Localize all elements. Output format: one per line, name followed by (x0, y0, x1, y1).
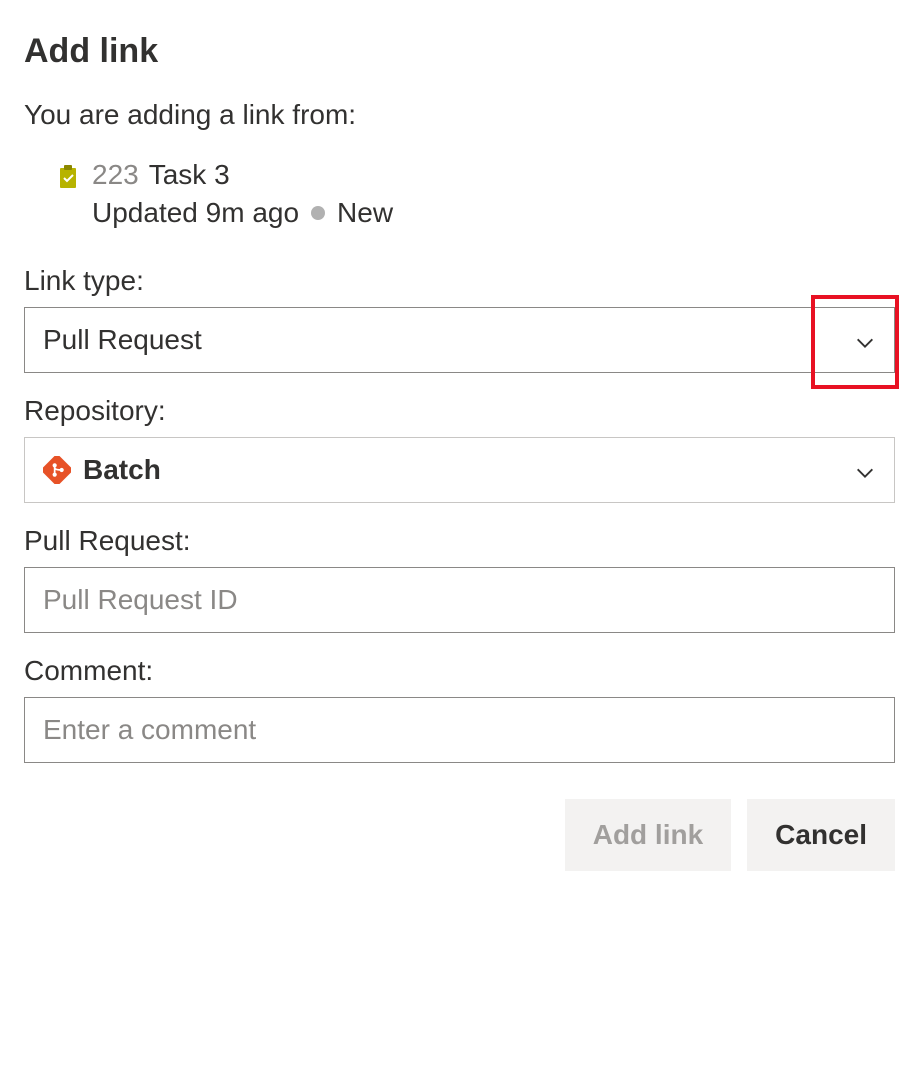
cancel-button[interactable]: Cancel (747, 799, 895, 871)
chevron-down-icon (854, 459, 876, 481)
work-item-state: New (337, 197, 393, 229)
state-dot-icon (311, 206, 325, 220)
add-link-button[interactable]: Add link (565, 799, 731, 871)
dialog-subtitle: You are adding a link from: (24, 99, 895, 131)
work-item-summary: 223 Task 3 Updated 9m ago New (24, 159, 895, 229)
repository-field: Repository: Batch (24, 395, 895, 503)
work-item-id: 223 (92, 159, 139, 191)
link-type-select[interactable]: Pull Request (24, 307, 895, 373)
dialog-title: Add link (24, 32, 895, 71)
comment-input[interactable] (24, 697, 895, 763)
repository-value: Batch (83, 454, 161, 486)
comment-field: Comment: (24, 655, 895, 763)
work-item-updated: Updated 9m ago (92, 197, 299, 229)
pull-request-input[interactable] (24, 567, 895, 633)
work-item-meta: Updated 9m ago New (92, 197, 393, 229)
work-item-header: 223 Task 3 (92, 159, 393, 191)
link-type-value: Pull Request (43, 324, 202, 356)
repository-select[interactable]: Batch (24, 437, 895, 503)
work-item-title: Task 3 (149, 159, 230, 191)
dialog-buttons: Add link Cancel (24, 799, 895, 871)
pull-request-label: Pull Request: (24, 525, 895, 557)
chevron-down-icon (854, 329, 876, 351)
comment-label: Comment: (24, 655, 895, 687)
task-clipboard-icon (56, 165, 80, 189)
work-item-content: 223 Task 3 Updated 9m ago New (92, 159, 393, 229)
pull-request-field: Pull Request: (24, 525, 895, 633)
link-type-label: Link type: (24, 265, 895, 297)
link-type-field: Link type: Pull Request (24, 265, 895, 373)
git-repo-icon (43, 456, 71, 484)
repository-label: Repository: (24, 395, 895, 427)
